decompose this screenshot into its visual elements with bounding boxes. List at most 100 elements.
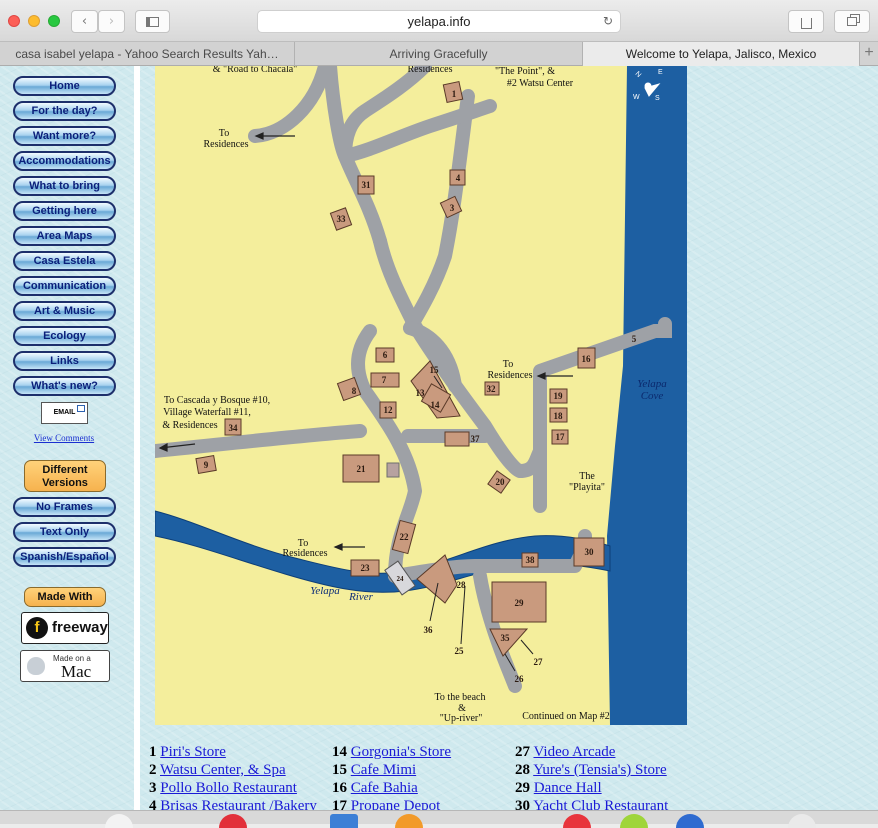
label-the-point: "The Point", & [495, 66, 555, 77]
zoom-window-button[interactable] [48, 15, 60, 27]
marker-30: 30 [585, 547, 595, 557]
legend-column-2: 14 Gorgonia's Store 15 Cafe Mimi 16 Cafe… [332, 744, 451, 810]
nav-want-more-button[interactable]: Want more? [13, 126, 116, 146]
share-button[interactable] [788, 10, 824, 33]
nav-accommodations-button[interactable]: Accommodations [13, 151, 116, 171]
close-window-button[interactable] [8, 15, 20, 27]
marker-24: 24 [397, 575, 405, 583]
dock-app-icon[interactable] [105, 814, 133, 828]
marker-6: 6 [383, 350, 388, 360]
marker-25: 25 [455, 646, 465, 656]
marker-18: 18 [554, 411, 564, 421]
legend-item: 2 Watsu Center, & Spa [149, 762, 286, 778]
minimize-window-button[interactable] [28, 15, 40, 27]
address-bar[interactable]: yelapa.info ↻ [257, 10, 621, 33]
legend-link[interactable]: Video Arcade [533, 744, 615, 760]
marker-9: 9 [204, 460, 209, 470]
tabs-overview-button[interactable] [834, 10, 870, 33]
nav-ecology-button[interactable]: Ecology [13, 326, 116, 346]
nav-links-button[interactable]: Links [13, 351, 116, 371]
forward-button[interactable]: › [98, 10, 125, 33]
no-frames-button[interactable]: No Frames [13, 497, 116, 517]
legend-item: 15 Cafe Mimi [332, 762, 417, 778]
nav-area-maps-button[interactable]: Area Maps [13, 226, 116, 246]
dock-app-icon[interactable] [563, 814, 591, 828]
legend-link[interactable]: Propane Depot [351, 798, 441, 810]
legend-column-1: 1 Piri's Store 2 Watsu Center, & Spa 3 P… [149, 744, 317, 810]
label-beach-1: To the beach [435, 692, 486, 703]
legend-item: 3 Pollo Bollo Restaurant [149, 780, 297, 796]
legend-item: 30 Yacht Club Restaurant [515, 798, 668, 810]
label-yelapa-cove-2: Cove [641, 390, 664, 402]
marker-1: 1 [452, 89, 457, 99]
dock-app-icon[interactable] [788, 814, 816, 828]
tab-welcome-yelapa[interactable]: Welcome to Yelapa, Jalisco, Mexico [583, 42, 860, 66]
tab-arriving-gracefully[interactable]: Arriving Gracefully [295, 42, 583, 66]
legend-link[interactable]: Watsu Center, & Spa [160, 762, 286, 778]
marker-31: 31 [362, 180, 372, 190]
marker-21: 21 [357, 464, 367, 474]
legend-link[interactable]: Cafe Mimi [351, 762, 416, 778]
dock [0, 810, 878, 828]
legend-link[interactable]: Brisas Restaurant /Bakery [160, 798, 317, 810]
label-playita-2: "Playita" [569, 482, 605, 493]
legend-link[interactable]: Gorgonia's Store [351, 744, 451, 760]
legend-link[interactable]: Piri's Store [160, 744, 226, 760]
label-to-2: To [503, 359, 513, 370]
made-with-label: Made With [24, 587, 106, 607]
view-comments-link[interactable]: View Comments [0, 433, 128, 443]
label-yelapa-river-1: Yelapa [310, 585, 340, 597]
nav-communication-button[interactable]: Communication [13, 276, 116, 296]
new-tab-button[interactable]: + [860, 42, 878, 66]
back-button[interactable]: ‹ [71, 10, 98, 33]
nav-home-button[interactable]: Home [13, 76, 116, 96]
label-yelapa-cove-1: Yelapa [637, 378, 667, 390]
dock-app-icon[interactable] [219, 814, 247, 828]
marker-4: 4 [456, 173, 461, 183]
nav-whats-new-button[interactable]: What's new? [13, 376, 116, 396]
legend-link[interactable]: Pollo Bollo Restaurant [160, 780, 297, 796]
spanish-button[interactable]: Spanish/Español [13, 547, 116, 567]
email-button[interactable]: EMAIL [41, 402, 88, 424]
tab-bar: casa isabel yelapa - Yahoo Search Result… [0, 42, 878, 66]
marker-5: 5 [632, 334, 637, 344]
nav-getting-here-button[interactable]: Getting here [13, 201, 116, 221]
marker-23: 23 [361, 563, 371, 573]
legend-link[interactable]: Cafe Bahia [351, 780, 418, 796]
legend-item: 27 Video Arcade [515, 744, 616, 760]
freeway-badge[interactable]: f freeway [21, 612, 109, 644]
marker-37: 37 [471, 434, 481, 444]
chevron-left-icon: ‹ [81, 14, 88, 29]
marker-29: 29 [515, 598, 525, 608]
sidebar-toggle-button[interactable] [135, 10, 170, 33]
freeway-logo-icon: f [26, 617, 48, 639]
dock-app-icon[interactable] [620, 814, 648, 828]
frame-divider [134, 66, 140, 810]
legend-item: 1 Piri's Store [149, 744, 226, 760]
dock-app-icon[interactable] [395, 814, 423, 828]
chevron-right-icon: › [108, 14, 115, 29]
marker-32: 32 [487, 384, 497, 394]
svg-text:W: W [633, 94, 640, 101]
made-on-mac-badge[interactable]: Made on a Mac [20, 650, 110, 682]
label-to-1: To [219, 128, 229, 139]
nav-for-the-day-button[interactable]: For the day? [13, 101, 116, 121]
reload-icon[interactable]: ↻ [603, 11, 613, 32]
dock-app-icon[interactable] [330, 814, 358, 828]
plus-icon: + [864, 44, 874, 61]
label-road-to-chacala: & "Road to Chacala" [213, 66, 298, 75]
legend-link[interactable]: Yacht Club Restaurant [533, 798, 668, 810]
nav-art-music-button[interactable]: Art & Music [13, 301, 116, 321]
legend-link[interactable]: Dance Hall [534, 780, 602, 796]
tab-yahoo-search[interactable]: casa isabel yelapa - Yahoo Search Result… [0, 42, 295, 66]
legend-link[interactable]: Yure's (Tensia's) Store [533, 762, 667, 778]
label-residences-1: Residences [204, 139, 249, 150]
road-to-cove [648, 317, 672, 338]
dock-app-icon[interactable] [676, 814, 704, 828]
nav-what-to-bring-button[interactable]: What to bring [13, 176, 116, 196]
legend-item: 29 Dance Hall [515, 780, 602, 796]
marker-16: 16 [582, 354, 592, 364]
label-residences-2: Residences [488, 370, 533, 381]
text-only-button[interactable]: Text Only [13, 522, 116, 542]
nav-casa-estela-button[interactable]: Casa Estela [13, 251, 116, 271]
